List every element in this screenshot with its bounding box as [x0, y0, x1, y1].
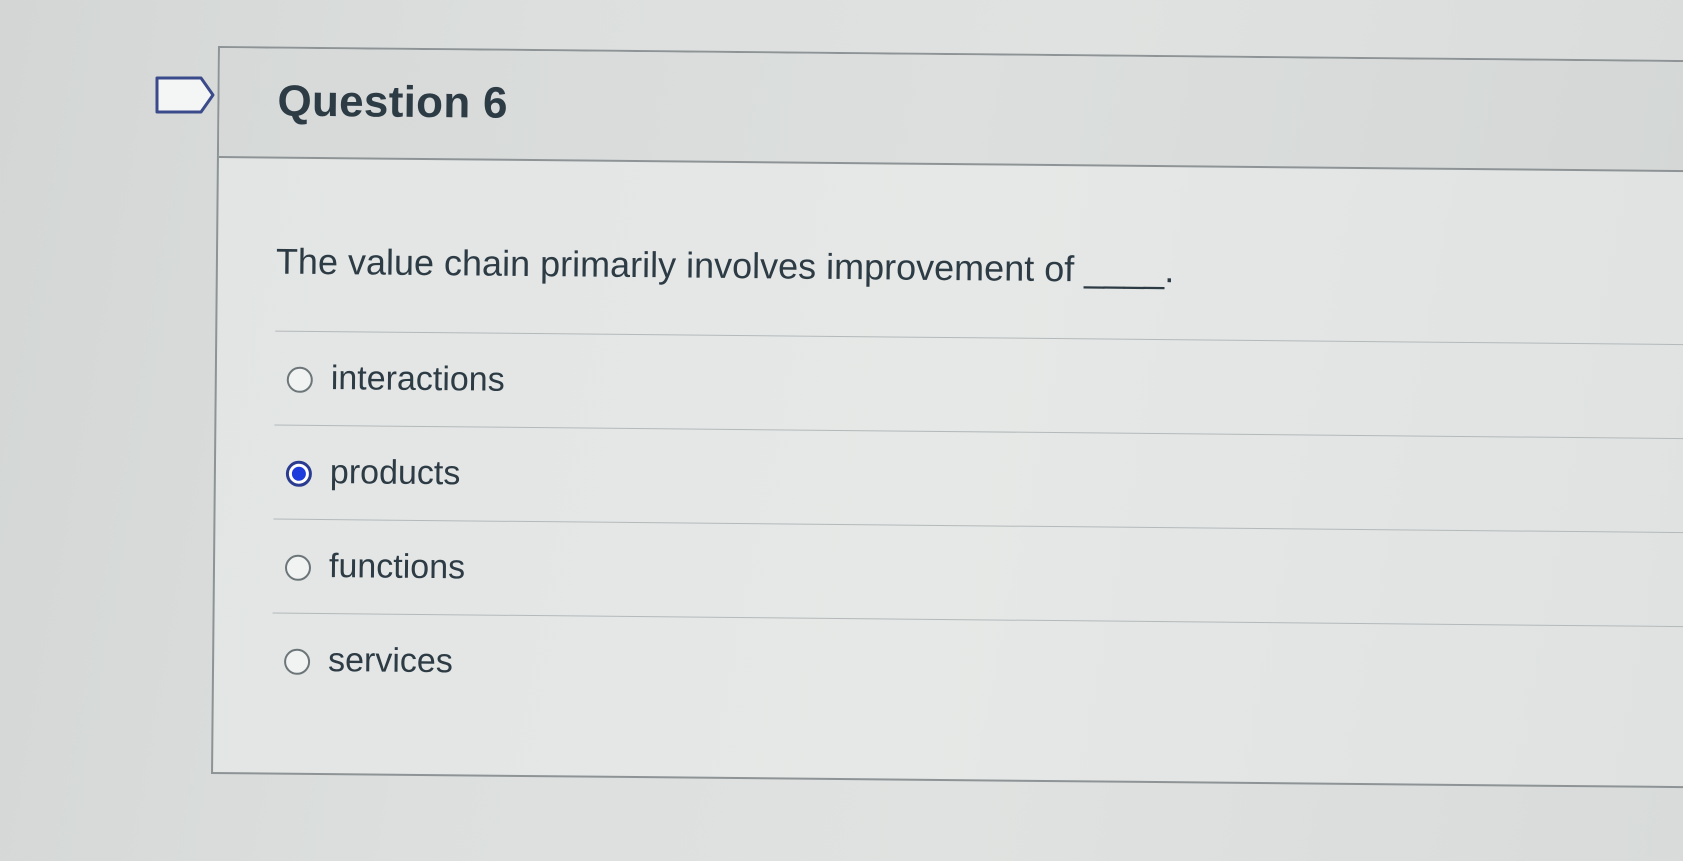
- flag-question-icon[interactable]: [155, 75, 219, 115]
- question-header: Question 6: [218, 48, 1683, 173]
- radio-button[interactable]: [286, 366, 313, 393]
- radio-button[interactable]: [284, 554, 312, 581]
- answer-label[interactable]: interactions: [331, 359, 505, 400]
- answer-label[interactable]: services: [328, 641, 453, 681]
- answer-option-products[interactable]: products: [273, 424, 1683, 533]
- answer-list: interactions products functions services: [271, 330, 1683, 721]
- radio-button-selected[interactable]: [285, 460, 313, 487]
- answer-option-interactions[interactable]: interactions: [274, 330, 1683, 439]
- answer-option-services[interactable]: services: [271, 612, 1683, 721]
- question-card: Question 6 The value chain primarily inv…: [211, 46, 1683, 789]
- question-title: Question 6: [277, 76, 509, 128]
- answer-label[interactable]: products: [330, 453, 461, 493]
- answer-label[interactable]: functions: [329, 547, 465, 587]
- answer-option-functions[interactable]: functions: [272, 518, 1683, 627]
- radio-button[interactable]: [283, 648, 311, 675]
- question-text: The value chain primarily involves impro…: [275, 240, 1175, 291]
